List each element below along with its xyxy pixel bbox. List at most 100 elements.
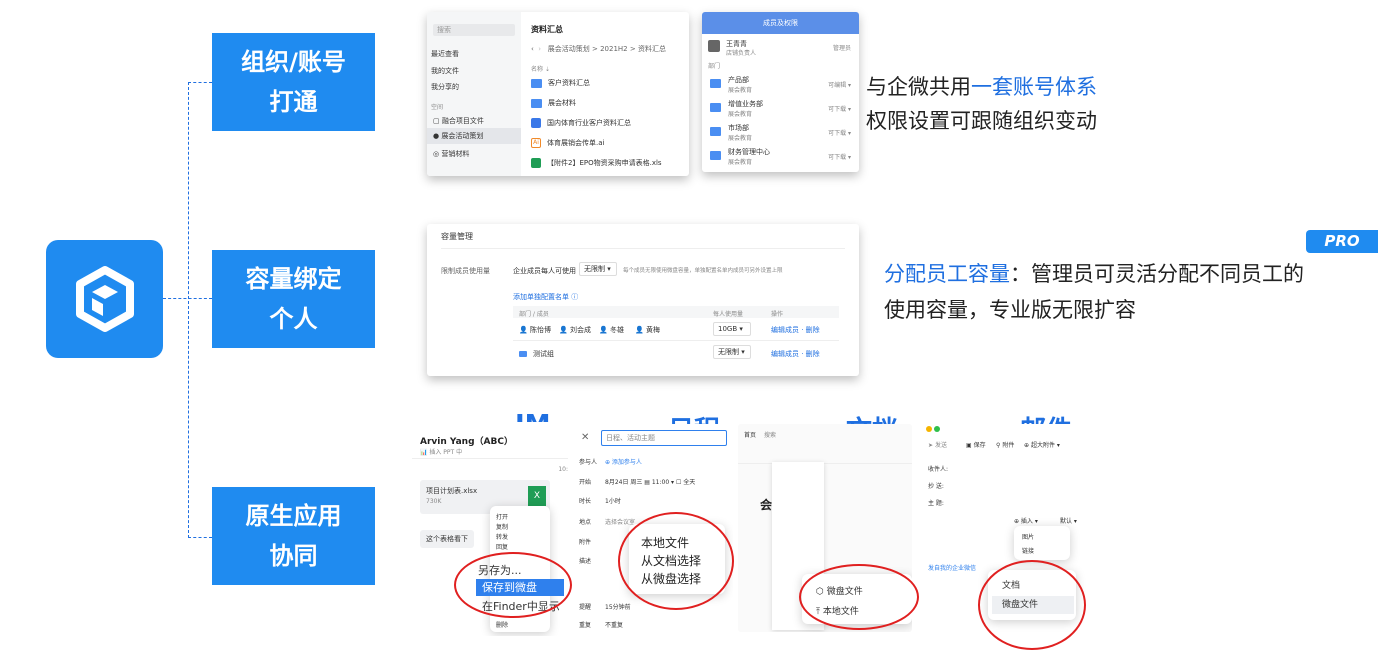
header-member: 部门 / 成员 [519, 311, 549, 318]
nav-my-files[interactable]: 我的文件 [431, 66, 459, 76]
add-participant[interactable]: ⊕ 添加参与人 [605, 457, 642, 466]
usage-select[interactable]: 无限制 ▾ [713, 345, 751, 359]
font-select[interactable]: 默认 ▾ [1060, 516, 1077, 525]
menu-item-image[interactable]: 图片 [1022, 532, 1034, 541]
perm-select[interactable]: 可编辑 ▾ [828, 80, 851, 89]
field-label: 描述 [579, 558, 592, 565]
large-attach-button[interactable]: ⊕ 超大附件 ▾ [1024, 440, 1060, 449]
menu-item-reply[interactable]: 回复 [496, 542, 508, 551]
space-item-3[interactable]: ◎ 营销材料 [433, 149, 469, 159]
attach-button[interactable]: ⚲ 附件 [996, 440, 1014, 449]
ai-icon: Ai [531, 138, 541, 148]
menu-item-copy[interactable]: 复制 [496, 522, 508, 531]
save-button[interactable]: ▣ 保存 [966, 440, 986, 449]
field-label: 时长 [579, 498, 592, 505]
space-label: 空间 [431, 104, 444, 111]
per-member-label: 企业成员每人可使用 [513, 267, 576, 275]
excel-icon: X [528, 486, 546, 506]
chat-time: 10: [558, 466, 568, 473]
file-row[interactable]: 国内体育行业客户资料汇总 [531, 118, 631, 128]
folder-icon [519, 351, 527, 357]
file-panel: 搜索 最近查看 我的文件 我分享的 空间 ▢ 融合项目文件 ● 展会活动策划 ◎… [427, 12, 689, 176]
close-icon[interactable]: ✕ [581, 432, 589, 443]
highlight-circle [454, 552, 572, 618]
member-tag: 测试组 [519, 349, 554, 359]
field-label: 地点 [579, 519, 592, 526]
menu-item-link[interactable]: 链接 [1022, 546, 1034, 555]
highlight-circle [978, 560, 1086, 650]
search-input[interactable]: 搜索 [433, 24, 515, 36]
forward-icon[interactable]: › [538, 45, 541, 53]
menu-item-delete[interactable]: 删除 [496, 620, 508, 629]
menu-item-open[interactable]: 打开 [496, 512, 508, 521]
to-field[interactable]: 收件人: [928, 464, 948, 473]
folder-icon [531, 98, 542, 108]
title-input[interactable]: 日程、活动主题 [601, 430, 727, 446]
insert-button[interactable]: ⊕ 插入 ▾ [1014, 516, 1038, 525]
dept-row[interactable]: 财务管理中心 展会教育 可下载 ▾ [702, 144, 859, 168]
file-row[interactable]: Ai 体育展销会传单.ai [531, 138, 604, 148]
doc-heading: 会 [760, 498, 773, 512]
subject-field[interactable]: 主 题: [928, 498, 944, 507]
col-name[interactable]: 名称 ⇣ [531, 64, 550, 73]
folder-icon [710, 79, 721, 88]
start-time[interactable]: 8月24日 周三 ▤ 11:00 ▾ ☐ 全天 [605, 477, 695, 486]
reminder[interactable]: 15分钟前 [605, 602, 631, 611]
doc-search-tab[interactable]: 搜索 [764, 430, 776, 439]
perm-select[interactable]: 可下载 ▾ [828, 104, 851, 113]
signature-link[interactable]: 发自我的企业微信 [928, 563, 976, 572]
row-ops[interactable]: 编辑成员 · 删除 [771, 325, 820, 335]
duration[interactable]: 1小时 [605, 496, 621, 505]
space-item-1[interactable]: ▢ 融合项目文件 [433, 116, 484, 126]
capacity-row-label: 限制成员使用量 [441, 267, 490, 275]
dept-row[interactable]: 市场部 展会教育 可下载 ▾ [702, 120, 859, 144]
space-item-2[interactable]: ● 展会活动策划 [427, 128, 521, 144]
chat-status: 📊 插入 PPT 中 [420, 449, 463, 456]
pro-badge: PRO [1306, 230, 1378, 253]
folder-icon [710, 103, 721, 112]
highlight-circle [799, 564, 919, 630]
repeat[interactable]: 不重复 [605, 620, 623, 629]
field-label: 提醒 [579, 604, 592, 611]
doc-toolbar [738, 454, 912, 464]
app-logo [46, 240, 163, 358]
feature-capacity: 容量绑定 个人 [212, 250, 375, 348]
row-ops[interactable]: 编辑成员 · 删除 [771, 349, 820, 359]
file-row[interactable]: 展会材料 [531, 98, 576, 108]
header-usage: 每人使用量 [713, 311, 744, 318]
dept-row[interactable]: 增值业务部 展会教育 可下载 ▾ [702, 96, 859, 120]
text-message: 这个表格看下 [420, 530, 474, 548]
avatar [708, 40, 720, 52]
back-icon[interactable]: ‹ [531, 45, 534, 53]
member-panel: 成员及权限 王青青 店铺负责人 管理员 部门 产品部 展会教育 可编辑 ▾ 增值… [702, 12, 859, 172]
add-config-link[interactable]: 添加单独配置名单 ⓘ [513, 292, 578, 302]
dept-label: 部门 [708, 63, 721, 70]
capacity-title: 容量管理 [441, 232, 473, 241]
owner-role: 店铺负责人 [726, 50, 757, 57]
highlight-circle [618, 512, 734, 610]
usage-select[interactable]: 10GB ▾ [713, 322, 751, 336]
folder-icon [710, 151, 721, 160]
owner-perm: 管理员 [832, 45, 851, 52]
nav-shared[interactable]: 我分享的 [431, 82, 459, 92]
member-tag: 👤 陈怡博 [519, 326, 551, 334]
breadcrumb: ‹ › 展会活动策划 > 2021H2 > 资料汇总 [531, 45, 666, 53]
nav-recent[interactable]: 最近查看 [431, 49, 459, 59]
desc-capacity: 分配员工容量：管理员可灵活分配不同员工的 使用容量，专业版无限扩容 [884, 262, 1304, 322]
menu-item-forward[interactable]: 转发 [496, 532, 508, 541]
limit-select[interactable]: 无限制 ▾ [579, 262, 617, 276]
feature-org-account: 组织/账号 打通 [212, 33, 375, 131]
perm-select[interactable]: 可下载 ▾ [828, 152, 851, 161]
doc-home-tab[interactable]: 首页 [744, 430, 756, 439]
send-button[interactable]: ➤ 发送 [928, 440, 947, 449]
perm-select[interactable]: 可下载 ▾ [828, 128, 851, 137]
capacity-hint: 每个成员无限使用微盘容量，单独配置名单内成员可另外设置上限 [623, 268, 783, 274]
dept-row[interactable]: 产品部 展会教育 可编辑 ▾ [702, 72, 859, 96]
file-row[interactable]: 客户资料汇总 [531, 78, 590, 88]
weipan-logo-icon [75, 266, 134, 332]
member-tag: 👤 黄梅 [635, 326, 660, 334]
file-row[interactable]: 【附件2】EPO物资采购申请表格.xls [531, 158, 662, 168]
chat-name: Arvin Yang（ABC） [420, 437, 513, 447]
cc-field[interactable]: 抄 送: [928, 481, 944, 490]
member-tag: 👤 冬雄 [599, 326, 624, 334]
